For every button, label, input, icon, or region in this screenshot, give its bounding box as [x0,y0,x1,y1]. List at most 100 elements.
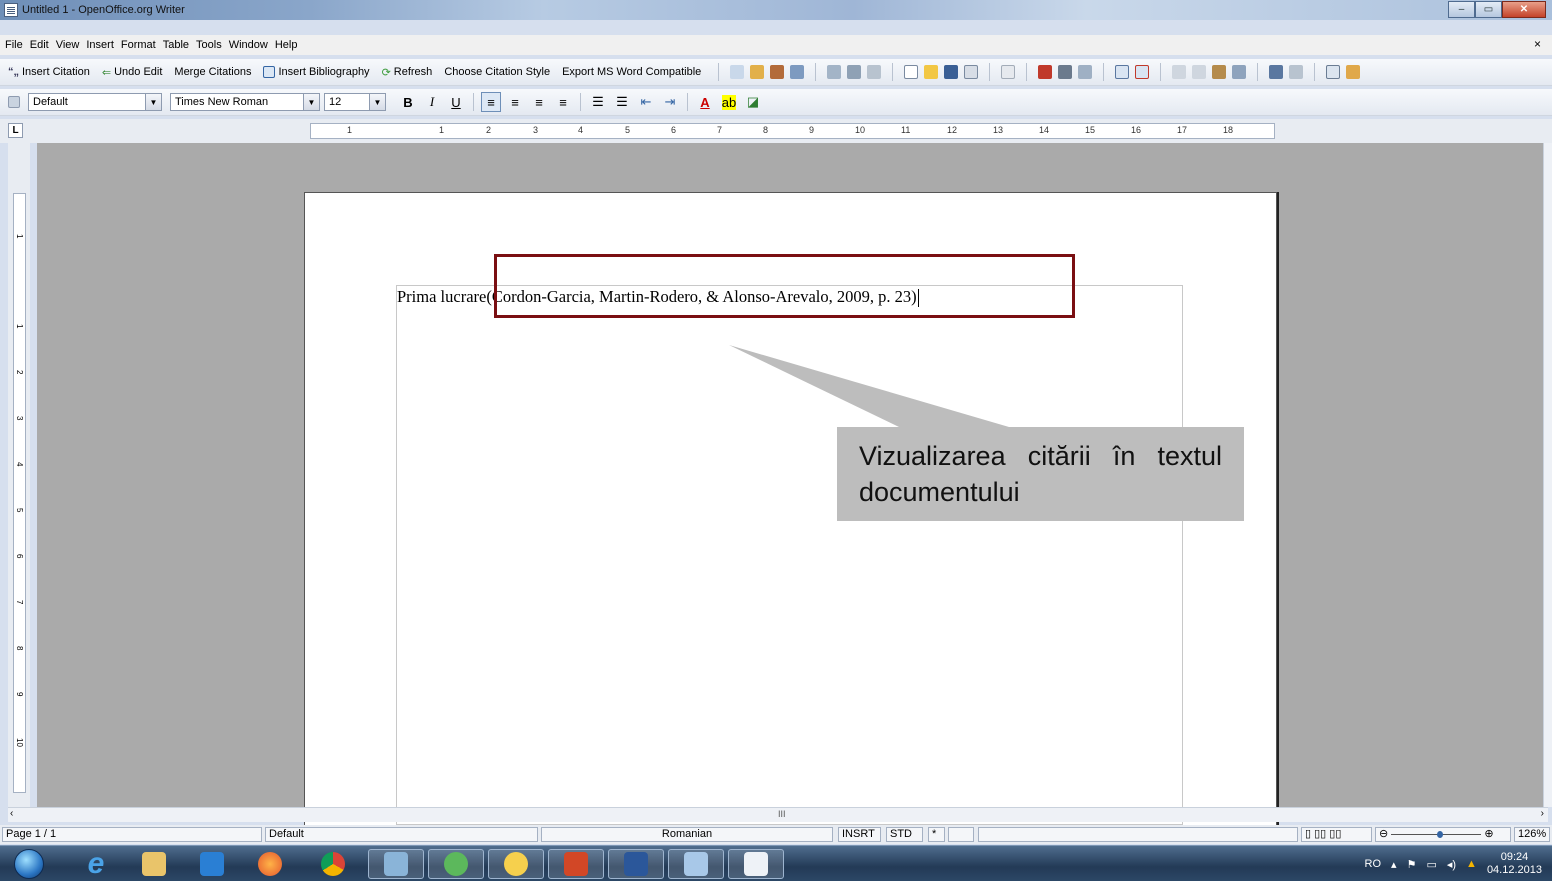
undo-icon[interactable] [1269,65,1284,79]
highlight-button[interactable]: ab [719,92,739,112]
merge-citations-button[interactable]: Merge Citations [174,66,251,78]
field-icon[interactable] [730,65,745,79]
clone-format-icon[interactable] [1232,65,1247,79]
align-right-button[interactable]: ≡ [529,92,549,112]
chevron-down-icon[interactable]: ▼ [145,94,161,110]
zoom-track[interactable] [1391,830,1482,838]
taskbar-network-app[interactable] [368,849,424,879]
link-icon[interactable] [867,65,882,79]
background-color-button[interactable]: ◪ [743,92,763,112]
cut-icon[interactable] [1172,65,1187,79]
network-status-icon[interactable]: ▭ [1426,858,1436,871]
book-view-icon[interactable]: ▯▯ [1329,828,1341,840]
paragraph-style-select[interactable]: Default ▼ [28,93,162,111]
font-name-select[interactable]: Times New Roman ▼ [170,93,320,111]
input-language[interactable]: RO [1365,858,1382,870]
edit-file-icon[interactable] [1001,65,1016,79]
clock[interactable]: 09:24 04.12.2013 [1487,851,1542,877]
export-ms-word-button[interactable]: Export MS Word Compatible [562,66,701,78]
increase-indent-button[interactable]: ⇥ [660,92,680,112]
table-icon[interactable] [1326,65,1341,79]
open-folder-icon[interactable] [924,65,939,79]
taskbar-chrome[interactable] [305,849,361,879]
close-document-button[interactable]: × [1534,37,1541,51]
taskbar-openoffice-writer[interactable] [728,849,784,879]
justify-button[interactable]: ≡ [553,92,573,112]
italic-button[interactable]: I [422,92,442,112]
align-left-button[interactable]: ≡ [481,92,501,112]
new-document-icon[interactable] [904,65,919,79]
menu-file[interactable]: File [5,39,23,51]
language-indicator[interactable]: Romanian [541,827,833,842]
view-layout-buttons[interactable]: ▯ ▯▯ ▯▯ [1301,827,1372,842]
zoom-level[interactable]: 126% [1514,827,1550,842]
font-size-select[interactable]: 12 ▼ [324,93,386,111]
macro-icon[interactable] [847,65,862,79]
taskbar-internet-explorer[interactable]: e [68,849,124,879]
page-style[interactable]: Default [265,827,538,842]
insert-mode[interactable]: INSRT [838,827,881,842]
insert-citation-button[interactable]: “„ Insert Citation [8,66,90,78]
zoom-thumb[interactable] [1437,830,1444,838]
taskbar-green-app[interactable] [428,849,484,879]
chevron-down-icon[interactable]: ▼ [369,94,385,110]
maximize-button[interactable]: ▭ [1475,1,1502,18]
redo-icon[interactable] [1289,65,1304,79]
action-center-icon[interactable]: ⚑ [1407,858,1417,871]
align-center-button[interactable]: ≡ [505,92,525,112]
menu-tools[interactable]: Tools [196,39,222,51]
minimize-button[interactable]: – [1448,1,1475,18]
taskbar-file-explorer[interactable] [126,849,182,879]
bullets-button[interactable]: ☰ [612,92,632,112]
numbering-button[interactable]: ☰ [588,92,608,112]
draw-icon[interactable] [1346,65,1361,79]
horizontal-ruler[interactable]: 1 1 2 3 4 5 6 7 8 9 10 11 12 13 14 15 16… [310,123,1275,139]
vertical-scrollbar[interactable] [1543,143,1552,807]
plugin-icon[interactable] [827,65,842,79]
choose-citation-style-button[interactable]: Choose Citation Style [444,66,550,78]
copy-icon[interactable] [1192,65,1207,79]
style-icon[interactable] [790,65,805,79]
selection-mode[interactable]: STD [886,827,923,842]
font-color-button[interactable]: A [695,92,715,112]
taskbar-word[interactable] [608,849,664,879]
print-icon[interactable] [1058,65,1073,79]
volume-icon[interactable]: ◂) [1447,858,1456,871]
taskbar-powerpoint[interactable] [548,849,604,879]
scroll-left-icon[interactable]: ‹ [10,808,13,819]
autospellcheck-icon[interactable] [1135,65,1150,79]
zoom-slider[interactable]: ⊖ ⊕ [1375,827,1511,842]
email-icon[interactable] [964,65,979,79]
brush-icon[interactable] [750,65,765,79]
menu-edit[interactable]: Edit [30,39,49,51]
undo-edit-button[interactable]: ⇐ Undo Edit [102,66,163,79]
close-button[interactable]: ✕ [1502,1,1546,18]
refresh-button[interactable]: ⟳ Refresh [382,66,433,79]
bold-button[interactable]: B [398,92,418,112]
menu-insert[interactable]: Insert [86,39,114,51]
start-button[interactable] [14,849,44,879]
drive-app-icon[interactable]: ▲ [1466,858,1477,870]
save-icon[interactable] [944,65,959,79]
taskbar-firefox[interactable] [242,849,298,879]
zoom-in-icon[interactable]: ⊕ [1484,828,1493,840]
decrease-indent-button[interactable]: ⇤ [636,92,656,112]
taskbar-paint[interactable] [668,849,724,879]
zoom-out-icon[interactable]: ⊖ [1379,828,1388,840]
single-page-view-icon[interactable]: ▯ [1305,828,1311,840]
page-indicator[interactable]: Page 1 / 1 [2,827,262,842]
vertical-ruler[interactable]: 1 1 2 3 4 5 6 7 8 9 10 [13,193,26,793]
insert-bibliography-button[interactable]: Insert Bibliography [263,66,370,78]
horizontal-scrollbar[interactable]: ‹ III › [8,807,1548,822]
multi-page-view-icon[interactable]: ▯▯ [1314,828,1326,840]
taskbar-media-player[interactable] [184,849,240,879]
taskbar-messenger[interactable] [488,849,544,879]
underline-button[interactable]: U [446,92,466,112]
show-hidden-icons-icon[interactable]: ▴ [1391,858,1397,871]
menu-window[interactable]: Window [229,39,268,51]
menu-table[interactable]: Table [163,39,189,51]
menu-format[interactable]: Format [121,39,156,51]
styles-icon[interactable] [8,96,20,108]
scroll-right-icon[interactable]: › [1541,808,1544,819]
chevron-down-icon[interactable]: ▼ [303,94,319,110]
